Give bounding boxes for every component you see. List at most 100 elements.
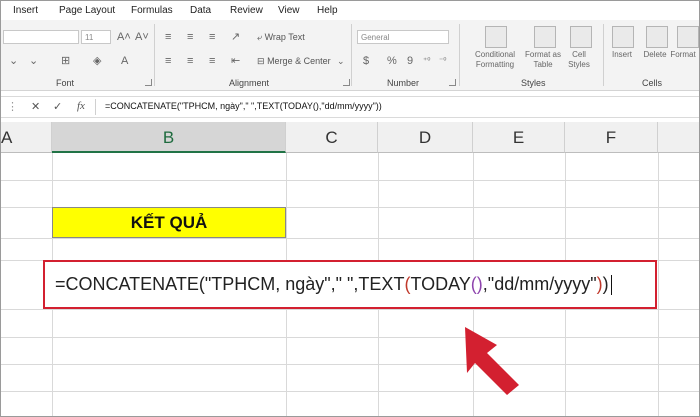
wrap-text-button[interactable]: ⤶ Wrap Text	[257, 30, 305, 44]
styles-group-label: Styles	[521, 78, 546, 88]
menu-review[interactable]: Review	[230, 5, 263, 16]
format-as-table-button[interactable]: Format as Table	[521, 50, 565, 70]
delete-cells-icon[interactable]	[646, 26, 668, 48]
comma-icon[interactable]: 9	[407, 54, 413, 68]
grid-line	[1, 391, 699, 392]
increase-decimal-icon[interactable]: ⁺⁰	[423, 54, 430, 68]
merge-center-label: Merge & Center	[267, 56, 331, 66]
format-as-table-icon[interactable]	[534, 26, 556, 48]
align-left-icon[interactable]: ≡	[165, 54, 171, 68]
formula-paren: )	[602, 274, 609, 294]
decrease-decimal-icon[interactable]: ⁻⁰	[439, 54, 446, 68]
format-cells-label[interactable]: Format	[667, 50, 699, 60]
conditional-formatting-icon[interactable]	[485, 26, 507, 48]
merge-icon: ⊟	[257, 56, 265, 66]
align-bottom-icon[interactable]: ≡	[209, 30, 215, 44]
menu-insert[interactable]: Insert	[13, 5, 38, 16]
menu-formulas[interactable]: Formulas	[131, 5, 173, 16]
formula-paren: ()	[470, 274, 483, 294]
cell-styles-label: Styles	[568, 60, 590, 69]
indent-icon[interactable]: ⇤	[231, 54, 240, 68]
formula-part: ,"dd/mm/yyyy"	[482, 274, 597, 294]
menu-page-layout[interactable]: Page Layout	[59, 5, 115, 16]
wrap-text-label: Wrap Text	[264, 32, 305, 42]
formula-cell-text: =CONCATENATE("TPHCM, ngày"," ",TEXT(TODA…	[55, 274, 612, 296]
red-arrow-icon	[465, 327, 519, 395]
borders-icon[interactable]: ⊞	[61, 54, 70, 68]
menu-bar: Insert Page Layout Formulas Data Review …	[1, 1, 699, 20]
formula-bar-divider	[95, 99, 96, 115]
enter-icon[interactable]: ✓	[53, 100, 62, 113]
font-color-icon[interactable]: A	[121, 54, 128, 68]
merge-center-button[interactable]: ⊟ Merge & Center	[257, 54, 331, 68]
number-group-label: Number	[387, 78, 420, 88]
conditional-formatting-label: Conditional	[474, 50, 516, 59]
conditional-formatting-label: Formatting	[475, 60, 515, 69]
chevron-down-icon[interactable]: ⌄	[337, 54, 345, 68]
name-box-menu-icon[interactable]: ⋮	[7, 100, 18, 113]
align-right-icon[interactable]: ≡	[209, 54, 215, 68]
excel-window: Insert Page Layout Formulas Data Review …	[0, 0, 700, 417]
formula-bar: ⋮ ✕ ✓ fx =CONCATENATE("TPHCM, ngày"," ",…	[1, 96, 699, 118]
conditional-formatting-button[interactable]: Conditional Formatting	[467, 50, 523, 70]
insert-cells-icon[interactable]	[612, 26, 634, 48]
group-divider	[154, 24, 155, 86]
column-header-f[interactable]: F	[565, 122, 658, 153]
column-header-e[interactable]: E	[473, 122, 565, 153]
alignment-group-label: Alignment	[229, 78, 270, 88]
grid-line	[658, 153, 659, 416]
menu-data[interactable]: Data	[190, 5, 211, 16]
font-group-label: Font	[56, 78, 75, 88]
grid-line	[1, 337, 699, 338]
align-center-icon[interactable]: ≡	[187, 54, 193, 68]
column-header-d[interactable]: D	[378, 122, 473, 153]
text-cursor	[610, 275, 612, 296]
cells-group-label: Cells	[642, 78, 663, 88]
formula-part: =CONCATENATE("TPHCM, ngày"," ",TEXT	[55, 274, 405, 294]
grid-line	[1, 309, 699, 310]
currency-icon[interactable]: $	[363, 54, 369, 68]
alignment-dialog-launcher-icon[interactable]	[343, 79, 350, 86]
decrease-font-icon[interactable]: A˅	[135, 30, 149, 44]
align-top-icon[interactable]: ≡	[165, 30, 171, 44]
cell-styles-button[interactable]: Cell Styles	[561, 50, 597, 70]
column-header-c[interactable]: C	[286, 122, 378, 153]
align-middle-icon[interactable]: ≡	[187, 30, 193, 44]
font-size-select[interactable]: 11	[81, 30, 111, 44]
fill-color-icon[interactable]: ◈	[93, 54, 101, 68]
formula-part: TODAY	[410, 274, 471, 294]
orientation-icon[interactable]: ↗	[231, 30, 240, 44]
insert-function-icon[interactable]: fx	[77, 100, 85, 112]
number-format-select[interactable]: General	[357, 30, 449, 44]
group-divider	[351, 24, 352, 86]
ribbon: 11 A˄ A˅ ⌄ ⌄ ⊞ ◈ A Font ≡ ≡ ≡ ↗ ⤶ Wrap T…	[1, 20, 699, 91]
dropdown-icon[interactable]: ⌄	[29, 54, 38, 68]
result-cell-b[interactable]: KẾT QUẢ	[52, 207, 286, 238]
grid-line	[1, 364, 699, 365]
format-as-table-label: Format as	[524, 50, 561, 59]
insert-cells-label[interactable]: Insert	[607, 50, 637, 60]
grid-line	[1, 180, 699, 181]
cell-styles-label: Cell	[572, 50, 586, 59]
cancel-icon[interactable]: ✕	[31, 100, 40, 113]
font-name-select[interactable]	[3, 30, 79, 44]
column-header-b[interactable]: B	[52, 122, 286, 153]
menu-help[interactable]: Help	[317, 5, 338, 16]
increase-font-icon[interactable]: A˄	[117, 30, 131, 44]
cell-styles-icon[interactable]	[570, 26, 592, 48]
formula-cell-highlight[interactable]: =CONCATENATE("TPHCM, ngày"," ",TEXT(TODA…	[43, 260, 657, 309]
column-header-next[interactable]	[658, 122, 699, 153]
menu-view[interactable]: View	[278, 5, 300, 16]
font-dialog-launcher-icon[interactable]	[145, 79, 152, 86]
formula-input[interactable]: =CONCATENATE("TPHCM, ngày"," ",TEXT(TODA…	[105, 101, 382, 111]
group-divider	[459, 24, 460, 86]
format-as-table-label: Table	[533, 60, 553, 69]
group-divider	[603, 24, 604, 86]
column-header-a[interactable]: A	[1, 122, 52, 153]
wrap-text-icon: ⤶	[257, 32, 263, 42]
format-cells-icon[interactable]	[677, 26, 699, 48]
percent-icon[interactable]: %	[387, 54, 397, 68]
number-dialog-launcher-icon[interactable]	[449, 79, 456, 86]
dropdown-icon[interactable]: ⌄	[9, 54, 18, 68]
grid-line	[1, 238, 699, 239]
